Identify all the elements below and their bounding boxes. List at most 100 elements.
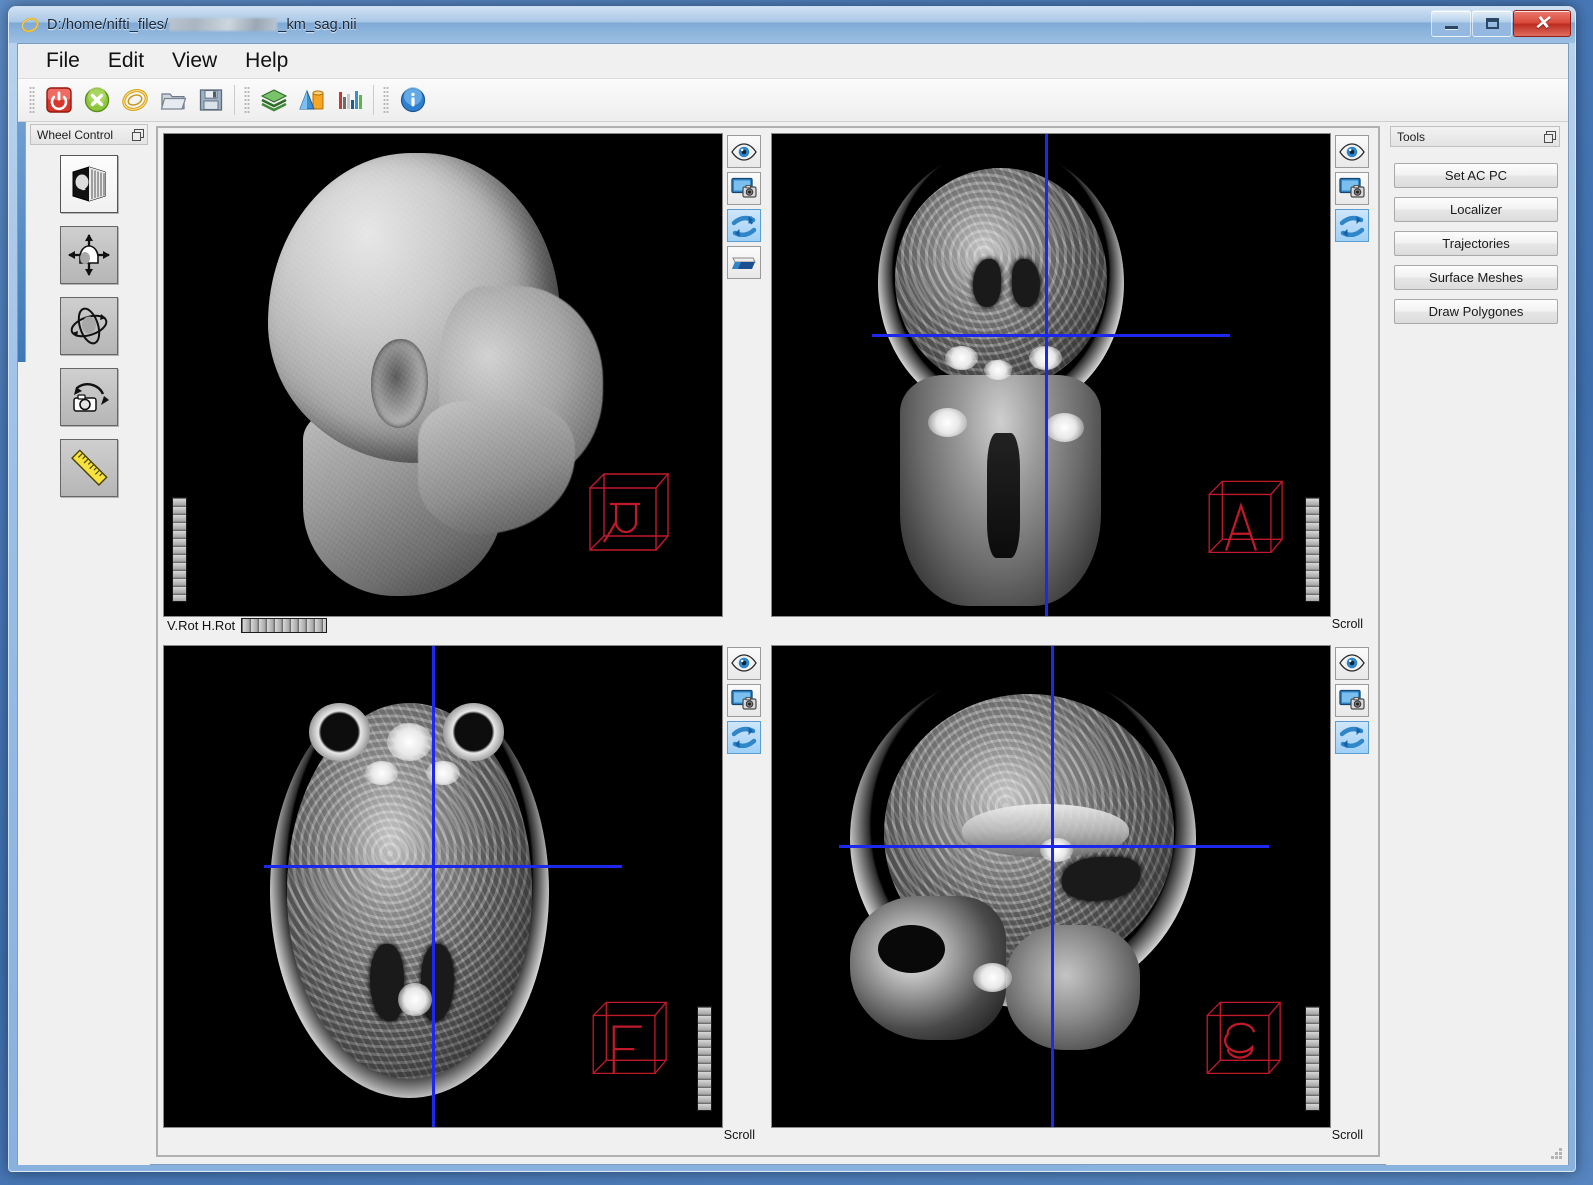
localizer-button[interactable]: Localizer: [1394, 197, 1558, 222]
orientation-cube-s: [1196, 993, 1282, 1079]
coronal-crosshair-vertical: [1045, 134, 1048, 616]
view-3d-vertical-wheel[interactable]: [172, 497, 187, 602]
measure-button[interactable]: [60, 439, 118, 497]
window-title: D:/home/nifti_files/_km_sag.nii: [47, 17, 357, 33]
floppy-disk-icon: [197, 86, 225, 114]
menu-help[interactable]: Help: [231, 47, 302, 76]
orientation-cube-f: [582, 993, 668, 1079]
view-3d-snapshot-button[interactable]: [727, 172, 761, 205]
view-3d-canvas[interactable]: [163, 133, 723, 617]
screenshot-camera-icon: [1339, 689, 1366, 712]
undock-icon[interactable]: [132, 129, 143, 140]
view-coronal-visibility-toggle[interactable]: [1335, 135, 1369, 168]
view-axial-refresh-button[interactable]: [727, 721, 761, 754]
camera-rotate-icon: [66, 374, 112, 420]
ellipse-ring-button[interactable]: [118, 83, 152, 117]
power-button[interactable]: [42, 83, 76, 117]
surface-meshes-button[interactable]: Surface Meshes: [1394, 265, 1558, 290]
title-path-suffix: _km_sag.nii: [278, 17, 356, 33]
draw-polygones-button[interactable]: Draw Polygones: [1394, 299, 1558, 324]
maximize-button[interactable]: [1472, 10, 1512, 37]
layers-button[interactable]: [257, 83, 291, 117]
view-axial-canvas[interactable]: [163, 645, 723, 1129]
view-coronal-snapshot-button[interactable]: [1335, 172, 1369, 205]
axial-crosshair-horizontal: [264, 865, 621, 868]
view-sagittal-scroll-label: Scroll: [1332, 1128, 1363, 1142]
shapes-button[interactable]: [295, 83, 329, 117]
slices-mode-button[interactable]: [60, 155, 118, 213]
toolbar-grip[interactable]: [29, 86, 35, 114]
view-sagittal-canvas[interactable]: [771, 645, 1331, 1129]
histogram-button[interactable]: [333, 83, 367, 117]
view-axial-buttons: [723, 645, 765, 1129]
open-folder-button[interactable]: [156, 83, 190, 117]
application-window: D:/home/nifti_files/_km_sag.nii ✕ File E…: [8, 6, 1576, 1172]
refresh-arrows-icon: [1339, 726, 1365, 748]
orientation-cube-r: [578, 464, 670, 556]
undock-icon[interactable]: [1544, 131, 1555, 142]
view-sagittal-refresh-button[interactable]: [1335, 721, 1369, 754]
refresh-arrows-icon: [1339, 215, 1365, 237]
info-button[interactable]: [396, 83, 430, 117]
ruler-icon: [66, 445, 112, 491]
set-ac-pc-button[interactable]: Set AC PC: [1394, 163, 1558, 188]
screenshot-camera-icon: [731, 177, 758, 200]
toolbar-grip-2[interactable]: [244, 86, 250, 114]
view-3d-refresh-button[interactable]: [727, 209, 761, 242]
tools-panel-title: Tools: [1397, 130, 1425, 144]
view-sagittal-buttons: [1331, 645, 1373, 1129]
view-coronal-pane: Scroll: [771, 133, 1373, 639]
view-sagittal-visibility-toggle[interactable]: [1335, 647, 1369, 680]
view-coronal-buttons: [1331, 133, 1373, 617]
view-coronal-vertical-wheel[interactable]: [1305, 497, 1320, 602]
close-green-icon: [83, 86, 111, 114]
view-axial-footer: Scroll: [163, 1128, 765, 1150]
title-bar[interactable]: D:/home/nifti_files/_km_sag.nii ✕: [9, 7, 1575, 43]
resize-grip[interactable]: [1549, 1146, 1563, 1160]
view-3d-buttons: [723, 133, 765, 617]
desktop-background: D:/home/nifti_files/_km_sag.nii ✕ File E…: [0, 0, 1593, 1185]
view-coronal-refresh-button[interactable]: [1335, 209, 1369, 242]
coronal-crosshair-horizontal: [872, 334, 1229, 337]
minimize-button[interactable]: [1431, 10, 1471, 37]
body-split: Wheel Control: [18, 122, 1568, 1165]
translate-mode-button[interactable]: [60, 226, 118, 284]
sagittal-crosshair-vertical: [1051, 646, 1054, 1128]
camera-rotate-button[interactable]: [60, 368, 118, 426]
trajectories-button[interactable]: Trajectories: [1394, 231, 1558, 256]
toolbar-separator-2: [373, 85, 374, 115]
rotate-mode-button[interactable]: [60, 297, 118, 355]
view-3d-slab-button[interactable]: [727, 246, 761, 279]
menu-file[interactable]: File: [32, 47, 94, 76]
view-axial-scroll-label: Scroll: [724, 1128, 755, 1142]
rotate-orbit-icon: [66, 303, 112, 349]
refresh-arrows-icon: [731, 726, 757, 748]
save-button[interactable]: [194, 83, 228, 117]
info-circle-icon: [399, 86, 427, 114]
menu-view[interactable]: View: [158, 47, 231, 76]
dock-accent-bar: [18, 122, 26, 362]
view-3d-footer: V.Rot H.Rot: [163, 617, 765, 639]
screenshot-camera-icon: [1339, 177, 1366, 200]
close-button[interactable]: ✕: [1513, 10, 1571, 37]
view-axial-visibility-toggle[interactable]: [727, 647, 761, 680]
view-axial-vertical-wheel[interactable]: [697, 1006, 712, 1111]
view-sagittal-pane: Scroll: [771, 645, 1373, 1151]
layers-stack-icon: [260, 86, 288, 114]
ellipse-ring-icon: [121, 86, 149, 114]
tools-panel-header: Tools: [1390, 126, 1560, 147]
view-coronal-scroll-label: Scroll: [1332, 617, 1363, 631]
view-sagittal-snapshot-button[interactable]: [1335, 684, 1369, 717]
view-coronal-canvas[interactable]: [771, 133, 1331, 617]
open-folder-icon: [159, 86, 187, 114]
view-3d-visibility-toggle[interactable]: [727, 135, 761, 168]
bar-chart-icon: [336, 86, 364, 114]
close-project-button[interactable]: [80, 83, 114, 117]
view-axial-snapshot-button[interactable]: [727, 684, 761, 717]
client-area: File Edit View Help: [17, 43, 1569, 1165]
toolbar-grip-3[interactable]: [383, 86, 389, 114]
viewport-grid: V.Rot H.Rot: [156, 126, 1380, 1157]
view-sagittal-vertical-wheel[interactable]: [1305, 1006, 1320, 1111]
menu-edit[interactable]: Edit: [94, 47, 158, 76]
view-3d-horizontal-wheel[interactable]: [241, 618, 327, 633]
